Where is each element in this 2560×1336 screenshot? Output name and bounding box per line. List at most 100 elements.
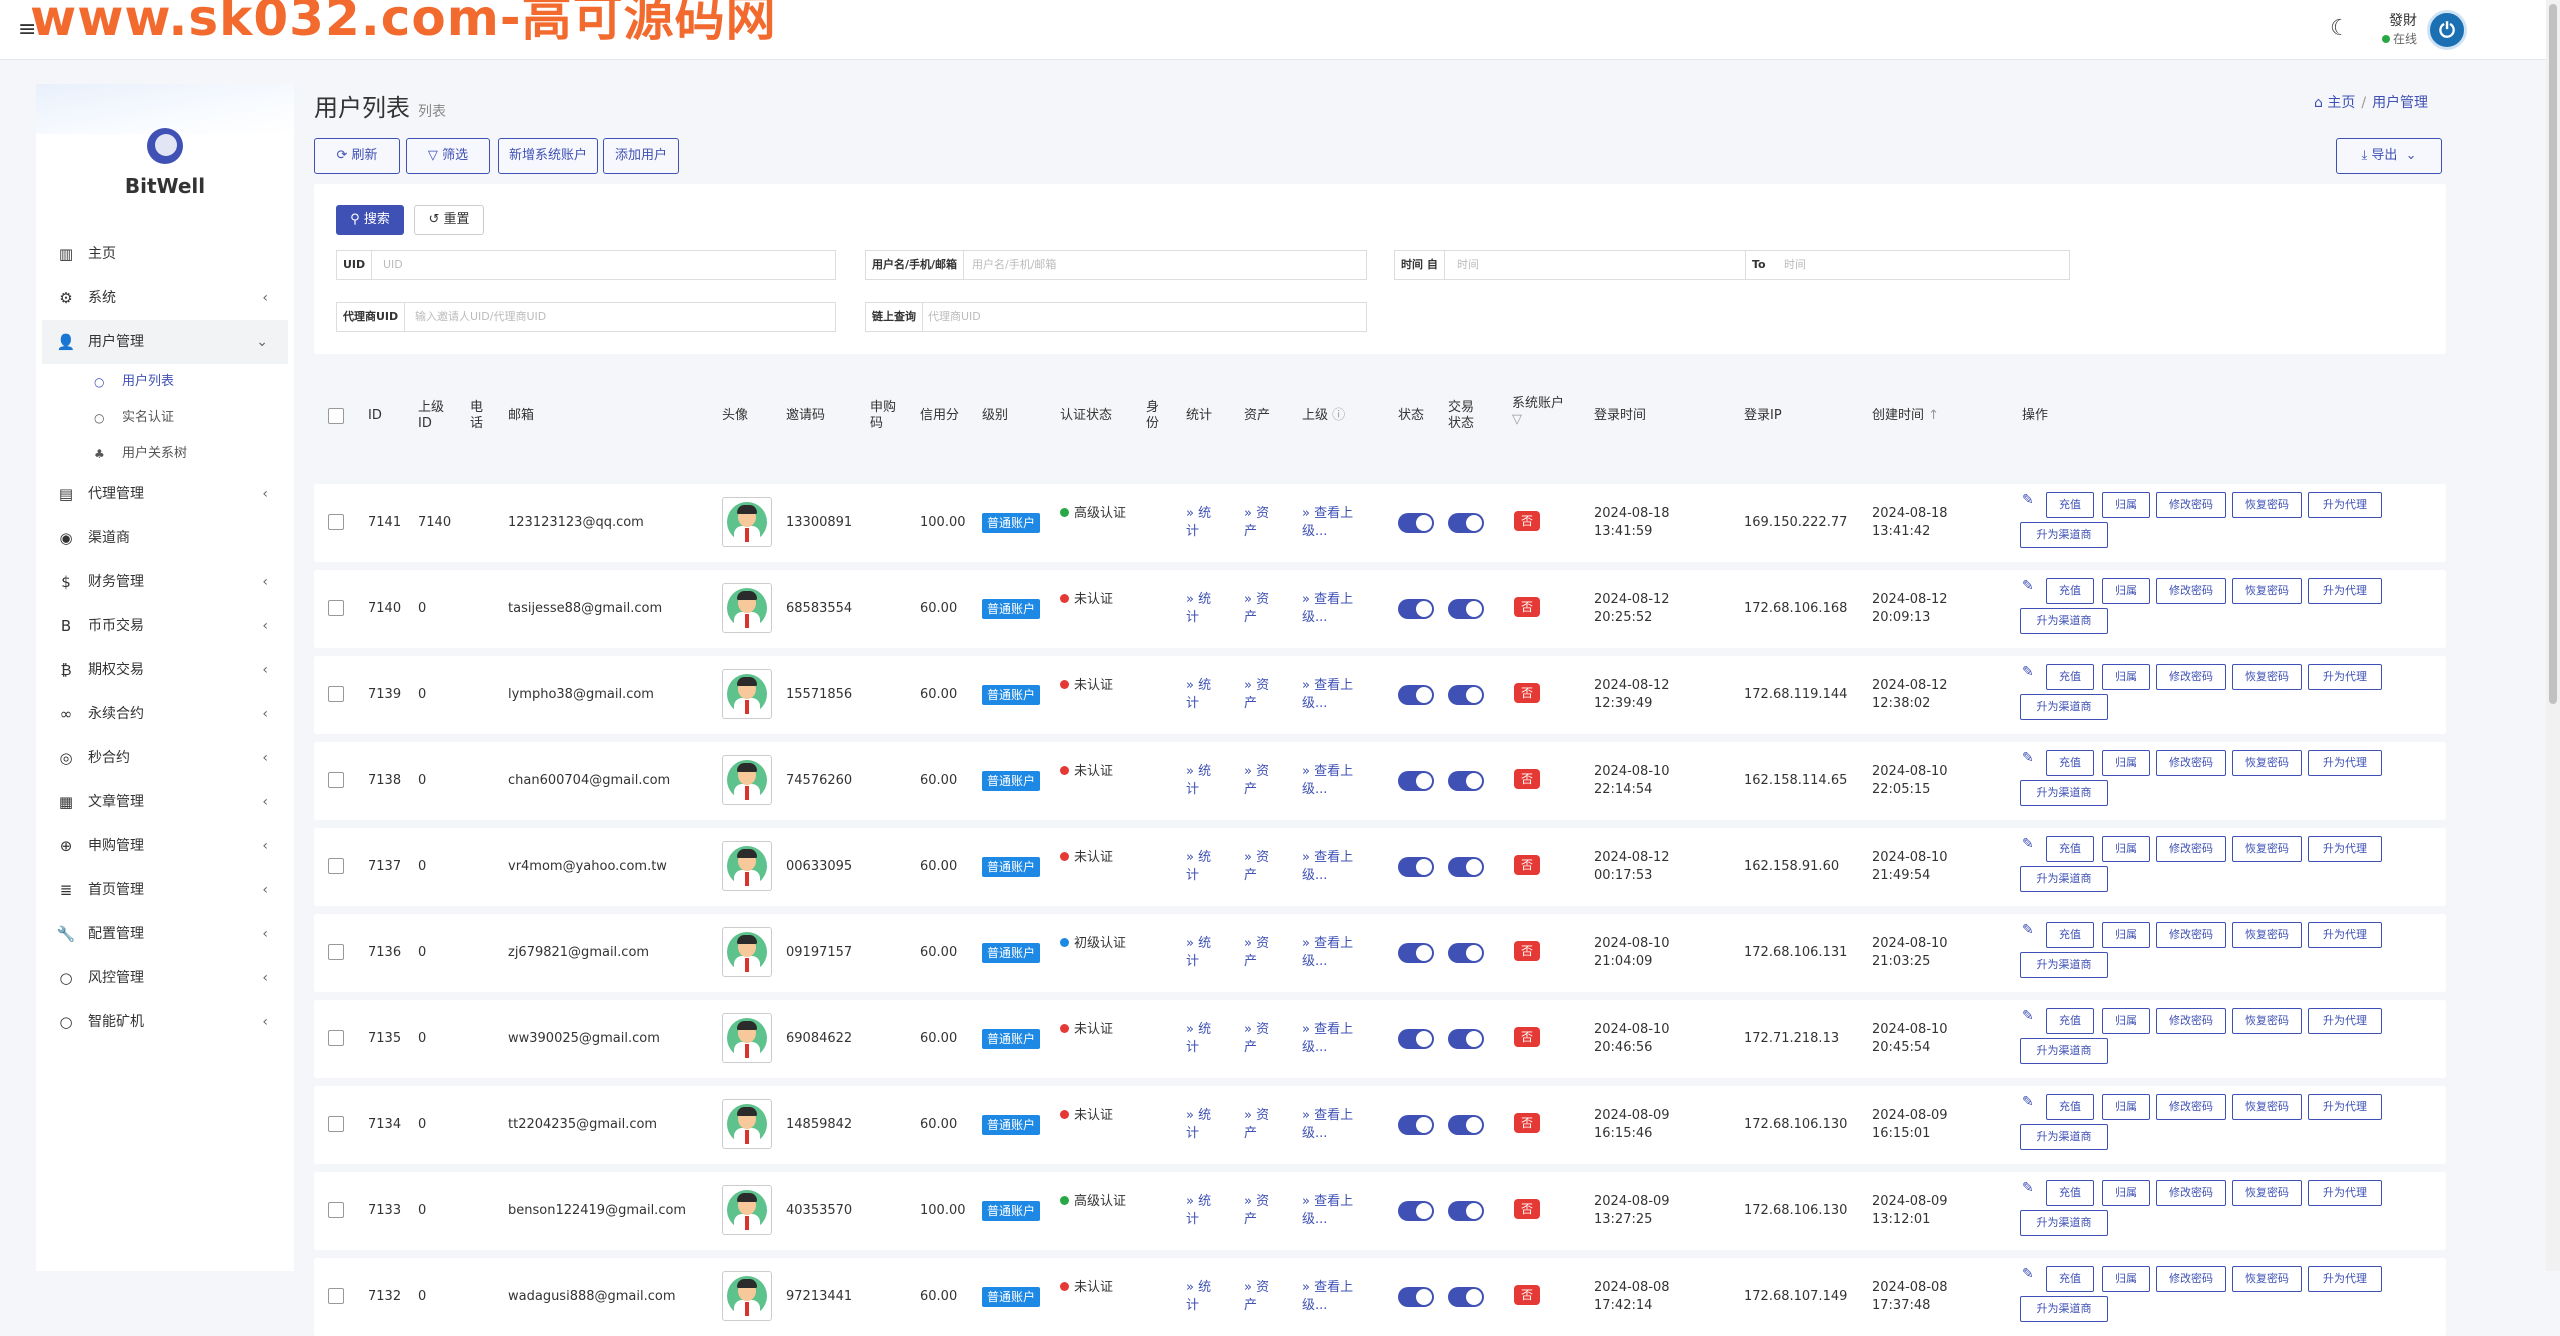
stats-link[interactable]: » 统计 <box>1186 1107 1220 1143</box>
row-checkbox[interactable] <box>328 600 344 622</box>
change-password-button[interactable]: 修改密码 <box>2156 1094 2226 1120</box>
reset-password-button[interactable]: 恢复密码 <box>2232 578 2302 604</box>
assets-link[interactable]: » 资产 <box>1244 1279 1278 1315</box>
col-parent-id[interactable]: 上级ID <box>418 400 446 432</box>
promote-agent-button[interactable]: 升为代理 <box>2308 1266 2382 1292</box>
trade-status-toggle[interactable] <box>1448 599 1484 619</box>
stats-link[interactable]: » 统计 <box>1186 1021 1220 1057</box>
col-invite[interactable]: 邀请码 <box>786 408 825 424</box>
sidebar-item[interactable]: ○ 智能矿机 ‹ <box>36 1000 294 1044</box>
add-user-button[interactable]: 添加用户 <box>603 138 679 174</box>
time-from-field[interactable]: 时间 自时间 <box>1394 250 1746 280</box>
edit-icon[interactable]: ✎ <box>2022 1266 2034 1282</box>
sidebar-item[interactable]: 👤 用户管理 ⌄ <box>42 320 288 364</box>
promote-agent-button[interactable]: 升为代理 <box>2308 664 2382 690</box>
sidebar-item[interactable]: ₿ 期权交易 ‹ <box>36 648 294 692</box>
stats-link[interactable]: » 统计 <box>1186 935 1220 971</box>
assets-link[interactable]: » 资产 <box>1244 849 1278 885</box>
change-password-button[interactable]: 修改密码 <box>2156 1180 2226 1206</box>
recharge-button[interactable]: 充值 <box>2046 1008 2094 1034</box>
change-password-button[interactable]: 修改密码 <box>2156 836 2226 862</box>
view-superior-link[interactable]: » 查看上级... <box>1302 849 1368 885</box>
reset-password-button[interactable]: 恢复密码 <box>2232 492 2302 518</box>
col-phone[interactable]: 电话 <box>470 400 486 432</box>
reset-password-button[interactable]: 恢复密码 <box>2232 1094 2302 1120</box>
stats-link[interactable]: » 统计 <box>1186 1279 1220 1315</box>
belong-button[interactable]: 归属 <box>2102 750 2150 776</box>
reset-password-button[interactable]: 恢复密码 <box>2232 836 2302 862</box>
agent-uid-input[interactable]: 输入邀请人UID/代理商UID <box>415 303 546 331</box>
trade-status-toggle[interactable] <box>1448 857 1484 877</box>
assets-link[interactable]: » 资产 <box>1244 1193 1278 1229</box>
reset-password-button[interactable]: 恢复密码 <box>2232 1008 2302 1034</box>
edit-icon[interactable]: ✎ <box>2022 664 2034 680</box>
sidebar-item[interactable]: ▦ 文章管理 ‹ <box>36 780 294 824</box>
belong-button[interactable]: 归属 <box>2102 1180 2150 1206</box>
trade-status-toggle[interactable] <box>1448 1201 1484 1221</box>
belong-button[interactable]: 归属 <box>2102 664 2150 690</box>
page-scrollbar[interactable] <box>2546 0 2560 1271</box>
status-toggle[interactable] <box>1398 771 1434 791</box>
belong-button[interactable]: 归属 <box>2102 922 2150 948</box>
change-password-button[interactable]: 修改密码 <box>2156 750 2226 776</box>
promote-channel-button[interactable]: 升为渠道商 <box>2020 1124 2108 1150</box>
promote-agent-button[interactable]: 升为代理 <box>2308 492 2382 518</box>
row-checkbox[interactable] <box>328 1288 344 1310</box>
promote-agent-button[interactable]: 升为代理 <box>2308 1094 2382 1120</box>
view-superior-link[interactable]: » 查看上级... <box>1302 1193 1368 1229</box>
view-superior-link[interactable]: » 查看上级... <box>1302 505 1368 541</box>
filter-button[interactable]: ▽ 筛选 <box>406 138 490 174</box>
sidebar-item[interactable]: ∞ 永续合约 ‹ <box>36 692 294 736</box>
col-email[interactable]: 邮箱 <box>508 408 534 424</box>
view-superior-link[interactable]: » 查看上级... <box>1302 1279 1368 1315</box>
recharge-button[interactable]: 充值 <box>2046 836 2094 862</box>
sidebar-item[interactable]: 🔧 配置管理 ‹ <box>36 912 294 956</box>
col-identity[interactable]: 身份 <box>1146 400 1162 432</box>
edit-icon[interactable]: ✎ <box>2022 836 2034 852</box>
col-subscribe[interactable]: 申购码 <box>870 400 900 432</box>
stats-link[interactable]: » 统计 <box>1186 591 1220 627</box>
sidebar-item[interactable]: ⚙ 系统 ‹ <box>36 276 294 320</box>
reset-password-button[interactable]: 恢复密码 <box>2232 664 2302 690</box>
recharge-button[interactable]: 充值 <box>2046 492 2094 518</box>
edit-icon[interactable]: ✎ <box>2022 922 2034 938</box>
sidebar-item[interactable]: ◉ 渠道商 <box>36 516 294 560</box>
recharge-button[interactable]: 充值 <box>2046 922 2094 948</box>
view-superior-link[interactable]: » 查看上级... <box>1302 763 1368 799</box>
promote-agent-button[interactable]: 升为代理 <box>2308 578 2382 604</box>
edit-icon[interactable]: ✎ <box>2022 1180 2034 1196</box>
change-password-button[interactable]: 修改密码 <box>2156 1008 2226 1034</box>
name-input[interactable]: 用户名/手机/邮箱 <box>972 251 1056 279</box>
uid-field[interactable]: UID UID <box>336 250 836 280</box>
belong-button[interactable]: 归属 <box>2102 492 2150 518</box>
name-field[interactable]: 用户名/手机/邮箱 用户名/手机/邮箱 <box>865 250 1367 280</box>
sidebar-subitem[interactable]: ♣ 用户关系树 <box>36 436 294 472</box>
time-to-input[interactable]: 时间 <box>1784 251 1806 279</box>
stats-link[interactable]: » 统计 <box>1186 1193 1220 1229</box>
row-checkbox[interactable] <box>328 1202 344 1224</box>
stats-link[interactable]: » 统计 <box>1186 763 1220 799</box>
view-superior-link[interactable]: » 查看上级... <box>1302 1107 1368 1143</box>
promote-channel-button[interactable]: 升为渠道商 <box>2020 952 2108 978</box>
stats-link[interactable]: » 统计 <box>1186 849 1220 885</box>
trade-status-toggle[interactable] <box>1448 685 1484 705</box>
view-superior-link[interactable]: » 查看上级... <box>1302 591 1368 627</box>
col-login-ip[interactable]: 登录IP <box>1744 408 1782 424</box>
select-all-checkbox[interactable] <box>328 408 344 429</box>
trade-status-toggle[interactable] <box>1448 1287 1484 1307</box>
time-to-field[interactable]: To 时间 <box>1746 250 2070 280</box>
status-toggle[interactable] <box>1398 1287 1434 1307</box>
status-toggle[interactable] <box>1398 513 1434 533</box>
recharge-button[interactable]: 充值 <box>2046 750 2094 776</box>
change-password-button[interactable]: 修改密码 <box>2156 922 2226 948</box>
change-password-button[interactable]: 修改密码 <box>2156 492 2226 518</box>
edit-icon[interactable]: ✎ <box>2022 1094 2034 1110</box>
reset-password-button[interactable]: 恢复密码 <box>2232 750 2302 776</box>
promote-agent-button[interactable]: 升为代理 <box>2308 836 2382 862</box>
sidebar-item[interactable]: ⊕ 申购管理 ‹ <box>36 824 294 868</box>
view-superior-link[interactable]: » 查看上级... <box>1302 935 1368 971</box>
agent-uid-field[interactable]: 代理商UID 输入邀请人UID/代理商UID <box>336 302 836 332</box>
promote-channel-button[interactable]: 升为渠道商 <box>2020 866 2108 892</box>
row-checkbox[interactable] <box>328 1116 344 1138</box>
status-toggle[interactable] <box>1398 943 1434 963</box>
